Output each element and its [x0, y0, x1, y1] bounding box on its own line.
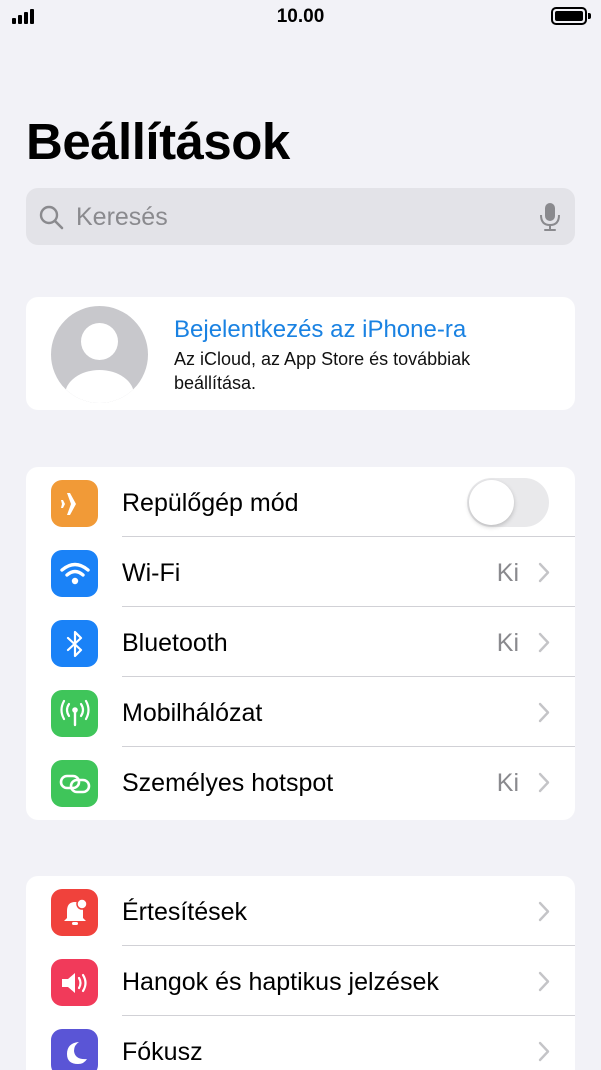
search-field[interactable]: Keresés — [26, 188, 575, 245]
settings-row-focus[interactable]: Fókusz — [26, 1016, 575, 1070]
search-icon — [39, 205, 64, 230]
status-bar: 10.00 — [0, 0, 601, 34]
settings-row-label: Wi-Fi — [122, 559, 181, 587]
search-placeholder: Keresés — [76, 203, 168, 231]
settings-row-label: Hangok és haptikus jelzések — [122, 968, 439, 996]
airplane-icon — [51, 480, 98, 527]
settings-row-notifications[interactable]: Értesítések — [26, 876, 575, 946]
chevron-right-icon — [538, 1041, 550, 1062]
settings-row-label: Értesítések — [122, 898, 248, 926]
connectivity-settings-group: Repülőgép mód Wi-Fi Ki Bluetooth Ki Mobi… — [26, 467, 575, 820]
settings-row-sounds-haptics[interactable]: Hangok és haptikus jelzések — [26, 946, 575, 1016]
settings-row-wifi[interactable]: Wi-Fi Ki — [26, 537, 575, 607]
avatar-icon — [51, 306, 148, 403]
airplane-mode-toggle[interactable] — [467, 478, 549, 527]
bell-icon — [51, 889, 98, 936]
battery-icon — [551, 7, 591, 25]
settings-row-airplane-mode: Repülőgép mód — [26, 467, 575, 537]
antenna-icon — [51, 690, 98, 737]
notifications-settings-group: Értesítések Hangok és haptikus jelzések … — [26, 876, 575, 1070]
page-title: Beállítások — [26, 113, 290, 170]
speaker-icon — [51, 959, 98, 1006]
settings-row-label: Fókusz — [122, 1038, 203, 1066]
settings-row-personal-hotspot[interactable]: Személyes hotspot Ki — [26, 747, 575, 817]
chevron-right-icon — [538, 971, 550, 992]
microphone-icon[interactable] — [539, 202, 561, 232]
settings-row-bluetooth[interactable]: Bluetooth Ki — [26, 607, 575, 677]
settings-row-value: Ki — [496, 629, 519, 657]
settings-row-cellular[interactable]: Mobilhálózat — [26, 677, 575, 747]
account-signin-card[interactable]: Bejelentkezés az iPhone-ra Az iCloud, az… — [26, 297, 575, 410]
settings-row-label: Személyes hotspot — [122, 769, 334, 797]
wifi-icon — [51, 550, 98, 597]
bluetooth-icon — [51, 620, 98, 667]
settings-row-label: Bluetooth — [122, 629, 228, 657]
settings-row-value: Ki — [496, 559, 519, 587]
settings-row-label: Mobilhálózat — [122, 699, 263, 727]
account-signin-subtitle: Az iCloud, az App Store és továbbiak beá… — [174, 349, 471, 393]
account-signin-title: Bejelentkezés az iPhone-ra — [174, 316, 467, 343]
settings-row-label: Repülőgép mód — [122, 489, 299, 517]
status-time: 10.00 — [276, 6, 325, 27]
moon-icon — [51, 1029, 98, 1070]
chevron-right-icon — [538, 562, 550, 583]
chevron-right-icon — [538, 702, 550, 723]
chevron-right-icon — [538, 632, 550, 653]
hotspot-icon — [51, 760, 98, 807]
chevron-right-icon — [538, 901, 550, 922]
chevron-right-icon — [538, 772, 550, 793]
settings-row-value: Ki — [496, 769, 519, 797]
